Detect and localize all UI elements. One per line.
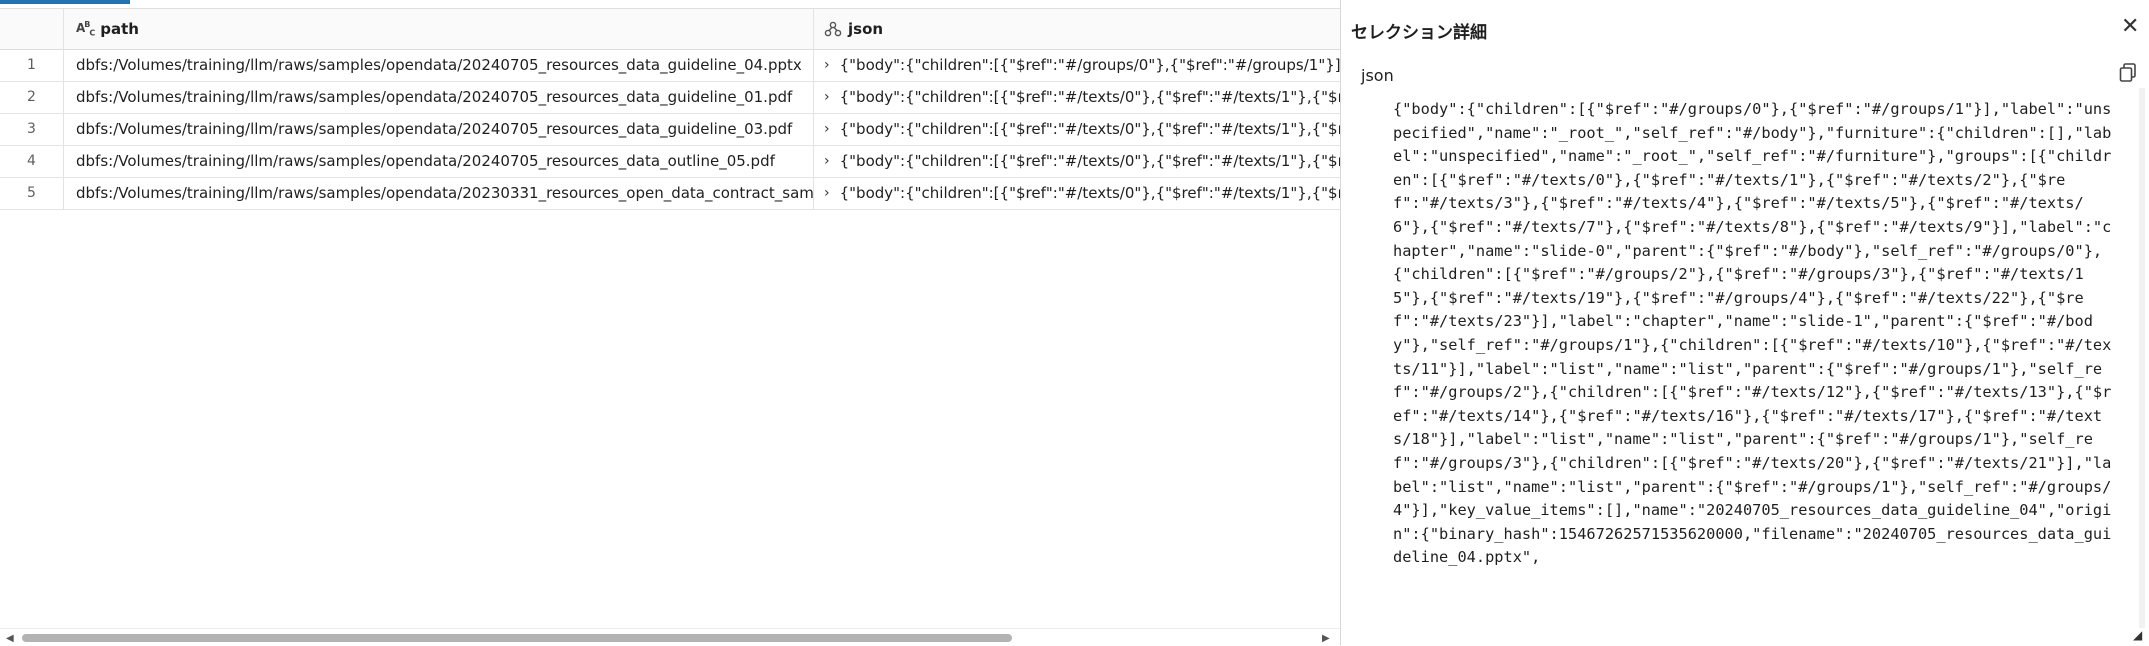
path-cell[interactable]: dbfs:/Volumes/training/llm/raws/samples/…: [64, 81, 814, 113]
column-header-json[interactable]: json: [814, 9, 1340, 49]
table-header: ABC path json: [0, 9, 1340, 50]
table-row[interactable]: 5 dbfs:/Volumes/training/llm/raws/sample…: [0, 177, 1340, 210]
column-header-label: json: [848, 20, 884, 38]
scroll-left-icon[interactable]: ◀: [6, 633, 14, 644]
chevron-right-icon[interactable]: ›: [824, 185, 830, 201]
header-index-cell: [0, 9, 64, 49]
json-cell[interactable]: › {"body":{"children":[{"$ref":"#/groups…: [814, 49, 1340, 81]
path-cell[interactable]: dbfs:/Volumes/training/llm/raws/samples/…: [64, 177, 814, 209]
chevron-right-icon[interactable]: ›: [824, 57, 830, 73]
field-label: json: [1361, 66, 1394, 85]
string-type-icon: ABC: [76, 20, 95, 38]
table-row[interactable]: 3 dbfs:/Volumes/training/llm/raws/sample…: [0, 113, 1340, 146]
path-cell[interactable]: dbfs:/Volumes/training/llm/raws/samples/…: [64, 49, 814, 81]
panel-scrollbar[interactable]: [2139, 88, 2145, 628]
path-cell[interactable]: dbfs:/Volumes/training/llm/raws/samples/…: [64, 145, 814, 177]
row-index: 1: [0, 49, 64, 81]
json-cell[interactable]: › {"body":{"children":[{"$ref":"#/texts/…: [814, 113, 1340, 145]
row-index: 2: [0, 81, 64, 113]
json-icon: [824, 21, 842, 37]
chevron-right-icon[interactable]: ›: [824, 153, 830, 169]
results-table: ABC path json 1 dbfs:/Volumes/training/l…: [0, 8, 1340, 629]
scroll-right-icon[interactable]: ▶: [1322, 633, 1330, 644]
json-cell[interactable]: › {"body":{"children":[{"$ref":"#/texts/…: [814, 177, 1340, 209]
table-row[interactable]: 1 dbfs:/Volumes/training/llm/raws/sample…: [0, 49, 1340, 82]
table-row[interactable]: 4 dbfs:/Volumes/training/llm/raws/sample…: [0, 145, 1340, 178]
row-index: 4: [0, 145, 64, 177]
column-header-path[interactable]: ABC path: [64, 9, 814, 49]
copy-icon[interactable]: [2119, 63, 2137, 83]
json-cell[interactable]: › {"body":{"children":[{"$ref":"#/texts/…: [814, 145, 1340, 177]
resize-handle-icon[interactable]: ◢: [2133, 628, 2142, 642]
panel-title: セレクション詳細: [1351, 23, 1487, 43]
top-bar: [0, 0, 1340, 8]
horizontal-scrollbar[interactable]: ◀ ▶: [0, 628, 1340, 646]
json-cell-text: {"body":{"children":[{"$ref":"#/groups/0…: [839, 56, 1340, 74]
json-cell[interactable]: › {"body":{"children":[{"$ref":"#/texts/…: [814, 81, 1340, 113]
row-index: 5: [0, 177, 64, 209]
close-icon[interactable]: ✕: [2121, 14, 2139, 39]
chevron-right-icon[interactable]: ›: [824, 89, 830, 105]
table-row[interactable]: 2 dbfs:/Volumes/training/llm/raws/sample…: [0, 81, 1340, 114]
selection-details-panel: セレクション詳細 ✕ json {"body":{"children":[{"$…: [1340, 0, 2149, 645]
path-cell[interactable]: dbfs:/Volumes/training/llm/raws/samples/…: [64, 113, 814, 145]
column-header-label: path: [100, 20, 139, 38]
active-tab-indicator: [0, 0, 130, 4]
json-cell-text: {"body":{"children":[{"$ref":"#/texts/0"…: [839, 88, 1340, 106]
json-cell-text: {"body":{"children":[{"$ref":"#/texts/0"…: [839, 120, 1340, 138]
scrollbar-thumb[interactable]: [22, 634, 1012, 642]
json-cell-text: {"body":{"children":[{"$ref":"#/texts/0"…: [839, 184, 1340, 202]
json-cell-text: {"body":{"children":[{"$ref":"#/texts/0"…: [839, 152, 1340, 170]
chevron-right-icon[interactable]: ›: [824, 121, 830, 137]
row-index: 3: [0, 113, 64, 145]
json-viewer[interactable]: {"body":{"children":[{"$ref":"#/groups/0…: [1393, 98, 2113, 626]
